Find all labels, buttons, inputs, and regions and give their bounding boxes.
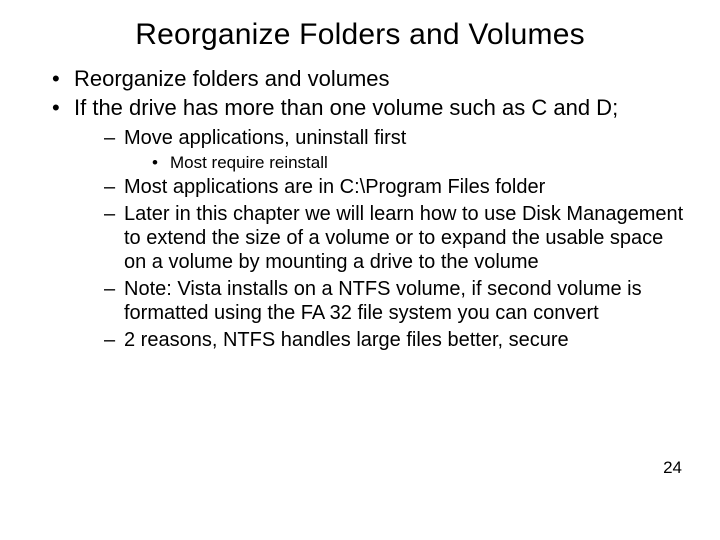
bullet-list: Reorganize folders and volumes If the dr… (30, 66, 690, 352)
slide-title: Reorganize Folders and Volumes (30, 18, 690, 52)
sub-bullet-list: Move applications, uninstall first Most … (74, 126, 690, 352)
bullet-item: If the drive has more than one volume su… (52, 95, 690, 352)
sub-bullet-text: Move applications, uninstall first (124, 127, 406, 149)
bullet-text: Reorganize folders and volumes (74, 66, 390, 91)
subsub-bullet-item: Most require reinstall (152, 152, 690, 173)
subsub-bullet-text: Most require reinstall (170, 153, 328, 172)
bullet-item: Reorganize folders and volumes (52, 66, 690, 93)
sub-bullet-text: Note: Vista installs on a NTFS volume, i… (124, 278, 642, 324)
sub-bullet-item: Move applications, uninstall first Most … (104, 126, 690, 174)
sub-bullet-text: 2 reasons, NTFS handles large files bett… (124, 329, 569, 351)
sub-bullet-item: 2 reasons, NTFS handles large files bett… (104, 328, 690, 352)
bullet-text: If the drive has more than one volume su… (74, 95, 618, 120)
sub-bullet-item: Note: Vista installs on a NTFS volume, i… (104, 277, 690, 326)
page-number: 24 (663, 458, 682, 478)
subsub-bullet-list: Most require reinstall (124, 152, 690, 173)
sub-bullet-text: Later in this chapter we will learn how … (124, 203, 683, 274)
sub-bullet-item: Most applications are in C:\Program File… (104, 175, 690, 199)
sub-bullet-text: Most applications are in C:\Program File… (124, 176, 545, 198)
slide: Reorganize Folders and Volumes Reorganiz… (0, 0, 720, 540)
sub-bullet-item: Later in this chapter we will learn how … (104, 202, 690, 275)
